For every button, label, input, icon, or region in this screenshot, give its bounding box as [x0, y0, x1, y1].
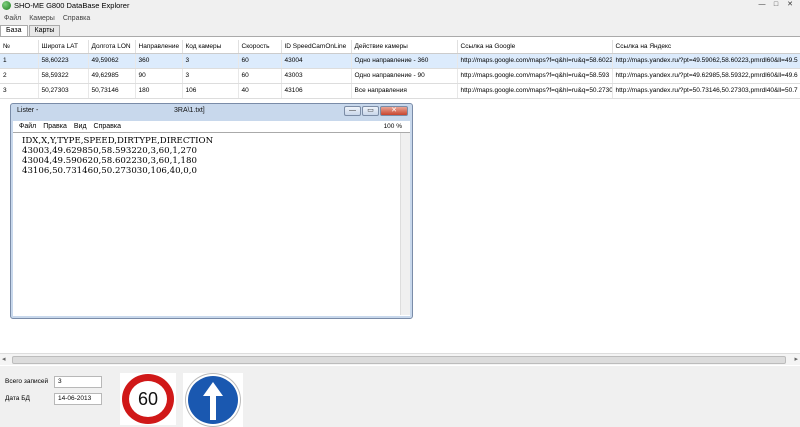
direction-sign [183, 373, 243, 427]
col-header-yandex-link[interactable]: Ссылка на Яндекс [612, 40, 800, 54]
cell: Одно направление - 360 [351, 53, 458, 69]
tab-maps[interactable]: Карты [28, 25, 61, 36]
scroll-left-icon[interactable]: ◂ [2, 355, 6, 363]
col-header-speedcam-id[interactable]: ID SpeedCamOnLine [281, 40, 352, 54]
lister-menu-view[interactable]: Вид [74, 123, 87, 130]
straight-arrow-icon [203, 382, 223, 420]
cell: 3 [0, 83, 39, 99]
minimize-button[interactable]: — [756, 0, 768, 10]
table-row[interactable]: 1 58,60223 49,59062 360 3 60 43004 Одно … [0, 53, 800, 69]
scroll-right-icon[interactable]: ▸ [794, 355, 798, 363]
col-header-speed[interactable]: Скорость [238, 40, 282, 54]
menu-file[interactable]: Файл [4, 15, 21, 22]
cell: 3 [182, 53, 239, 69]
yandex-link-cell[interactable]: http://maps.yandex.ru/?pt=49.59062,58.60… [612, 53, 800, 69]
lister-menu-edit[interactable]: Правка [43, 123, 67, 130]
app-icon [2, 1, 11, 10]
cell: 106 [182, 83, 239, 99]
cell: 49,62985 [88, 68, 136, 84]
menu-cameras[interactable]: Камеры [29, 15, 55, 22]
records-label: Всего записей [5, 378, 49, 385]
col-header-lat[interactable]: Широта LAT [38, 40, 89, 54]
speed-limit-sign: 60 [120, 373, 176, 425]
cell: 1 [0, 53, 39, 69]
lister-minimize-button[interactable]: — [344, 106, 361, 116]
maximize-button[interactable]: □ [770, 0, 782, 10]
cell: 3 [182, 68, 239, 84]
lister-menu-file[interactable]: Файл [19, 123, 36, 130]
yandex-link-cell[interactable]: http://maps.yandex.ru/?pt=49.62985,58.59… [612, 68, 800, 84]
cell: 49,59062 [88, 53, 136, 69]
cell: 58,59322 [38, 68, 89, 84]
table-row[interactable]: 3 50,27303 50,73146 180 106 40 43106 Все… [0, 83, 800, 99]
col-header-camera-action[interactable]: Действие камеры [351, 40, 458, 54]
cell: 180 [135, 83, 183, 99]
col-header-google-link[interactable]: Ссылка на Google [457, 40, 613, 54]
cell: 50,73146 [88, 83, 136, 99]
records-count-field[interactable]: 3 [54, 376, 102, 388]
lister-zoom-level: 100 % [383, 123, 402, 130]
window-title: SHO-ME G800 DataBase Explorer [14, 1, 130, 10]
lister-close-button[interactable]: ✕ [380, 106, 408, 116]
cell: Одно направление - 90 [351, 68, 458, 84]
horizontal-scrollbar[interactable]: ◂ ▸ [0, 353, 800, 365]
google-link-cell[interactable]: http://maps.google.com/maps?f=q&hl=ru&q=… [457, 68, 613, 84]
menu-help[interactable]: Справка [63, 15, 90, 22]
camera-table: № Широта LAT Долгота LON Направление Код… [0, 40, 800, 99]
menu-bar: Файл Камеры Справка [0, 12, 800, 24]
cell: 43106 [281, 83, 352, 99]
col-header-number[interactable]: № [0, 40, 39, 54]
scroll-thumb[interactable] [12, 356, 786, 364]
cell: 2 [0, 68, 39, 84]
google-link-cell[interactable]: http://maps.google.com/maps?f=q&hl=ru&q=… [457, 53, 613, 69]
cell: 90 [135, 68, 183, 84]
lister-menu-bar: Файл Правка Вид Справка [13, 121, 410, 132]
lister-menu-help[interactable]: Справка [94, 123, 121, 130]
table-header-row: № Широта LAT Долгота LON Направление Код… [0, 40, 800, 54]
title-bar: SHO-ME G800 DataBase Explorer — □ ✕ [0, 0, 800, 12]
cell: 60 [238, 53, 282, 69]
window-controls: — □ ✕ [756, 0, 796, 10]
cell: Все направления [351, 83, 458, 99]
cell: 58,60223 [38, 53, 89, 69]
cell: 43004 [281, 53, 352, 69]
direction-disc [186, 374, 240, 426]
col-header-camera-code[interactable]: Код камеры [182, 40, 239, 54]
lister-title: Lister - [17, 107, 39, 114]
lister-maximize-button[interactable]: ▭ [362, 106, 379, 116]
db-date-label: Дата БД [5, 395, 30, 402]
tab-strip: База Карты [0, 25, 61, 37]
lister-text-content[interactable]: IDX,X,Y,TYPE,SPEED,DIRTYPE,DIRECTION 430… [13, 132, 410, 316]
cell: 360 [135, 53, 183, 69]
close-button[interactable]: ✕ [784, 0, 796, 10]
col-header-lon[interactable]: Долгота LON [88, 40, 136, 54]
lister-file-path: 3RA\1.txt] [174, 107, 205, 114]
cell: 43003 [281, 68, 352, 84]
cell: 40 [238, 83, 282, 99]
db-date-field[interactable]: 14-06-2013 [54, 393, 102, 405]
google-link-cell[interactable]: http://maps.google.com/maps?f=q&hl=ru&q=… [457, 83, 613, 99]
col-header-direction[interactable]: Направление [135, 40, 183, 54]
cell: 60 [238, 68, 282, 84]
lister-window-controls: — ▭ ✕ [344, 106, 408, 116]
lister-vertical-scrollbar[interactable] [400, 133, 410, 315]
table-row[interactable]: 2 58,59322 49,62985 90 3 60 43003 Одно н… [0, 68, 800, 84]
cell: 50,27303 [38, 83, 89, 99]
speed-limit-value: 60 [122, 374, 174, 424]
yandex-link-cell[interactable]: http://maps.yandex.ru/?pt=50.73146,50.27… [612, 83, 800, 99]
lister-window: Lister - 3RA\1.txt] — ▭ ✕ Файл Правка Ви… [10, 103, 413, 319]
